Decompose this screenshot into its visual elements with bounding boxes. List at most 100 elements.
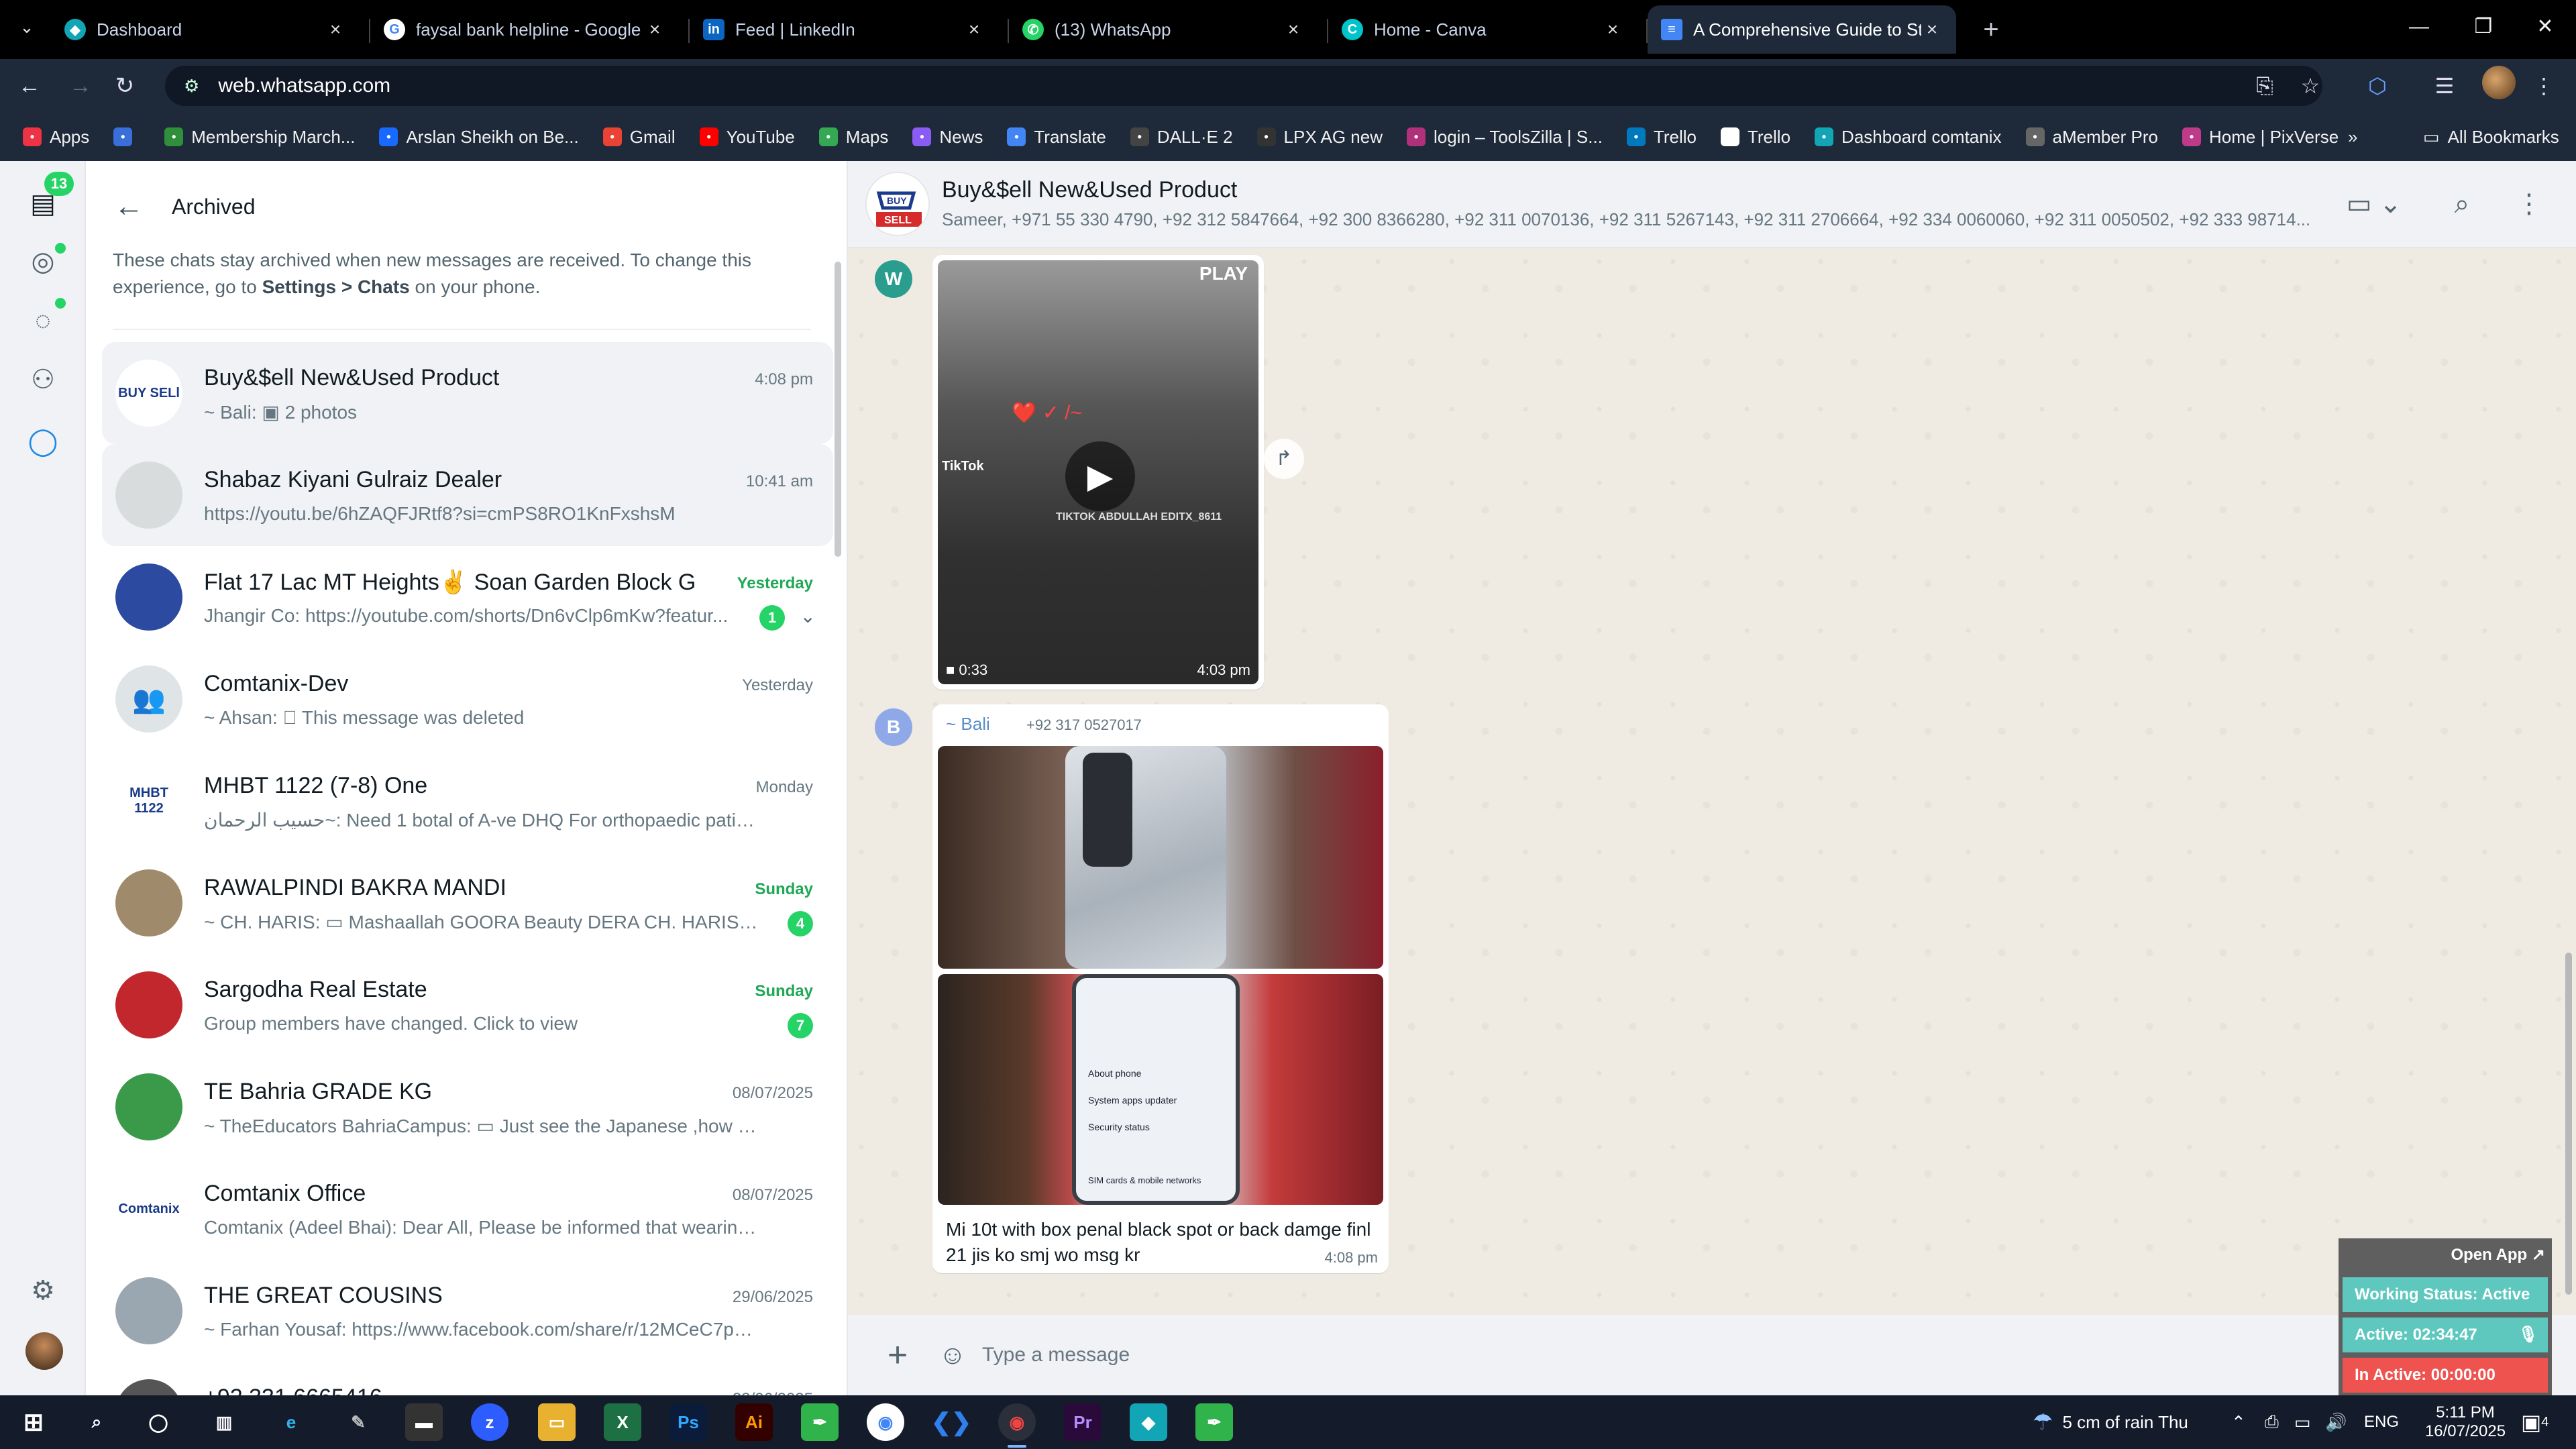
premiere-icon[interactable]: Pr bbox=[1064, 1403, 1102, 1441]
user-avatar[interactable] bbox=[25, 1332, 63, 1370]
chat-list-item[interactable]: Comtanix Comtanix Office 08/07/2025 Comtani… bbox=[102, 1158, 833, 1260]
reading-list-icon[interactable]: ☰ bbox=[2428, 70, 2461, 102]
tab-dashboard[interactable]: ◆ Dashboard × bbox=[51, 5, 360, 54]
bookmark-item[interactable]: • aMember Pro bbox=[2025, 127, 2158, 148]
attach-plus-icon[interactable]: + bbox=[879, 1336, 916, 1374]
chat-avatar[interactable] bbox=[115, 1379, 182, 1395]
chat-avatar[interactable] bbox=[115, 971, 182, 1038]
conversation-scrollbar[interactable] bbox=[2565, 953, 2572, 1295]
close-icon[interactable]: × bbox=[325, 19, 346, 40]
task-view-icon[interactable]: ▥ bbox=[205, 1403, 243, 1441]
chat-list-item[interactable]: Flat 17 Lac MT Heights✌️ Soan Garden Blo… bbox=[102, 546, 833, 648]
forward-icon[interactable]: ↱ bbox=[1264, 439, 1304, 479]
sender-name[interactable]: ~ Bali bbox=[946, 714, 990, 735]
bookmark-item[interactable]: • YouTube bbox=[699, 127, 795, 148]
chat-avatar[interactable] bbox=[115, 1277, 182, 1344]
bookmark-item[interactable]: • Trello bbox=[1626, 127, 1697, 148]
install-app-icon[interactable]: ⎘ bbox=[2249, 70, 2281, 102]
message-input[interactable] bbox=[982, 1328, 2471, 1382]
close-icon[interactable]: × bbox=[963, 19, 985, 40]
close-icon[interactable]: × bbox=[1921, 19, 1943, 40]
pen-icon[interactable]: ✎ bbox=[339, 1403, 377, 1441]
settings-gear-icon[interactable]: ⚙ bbox=[24, 1272, 62, 1309]
cortana-icon[interactable]: ◯ bbox=[140, 1403, 177, 1441]
bookmark-item[interactable]: • bbox=[113, 127, 140, 146]
network-icon[interactable]: ▭ bbox=[2294, 1395, 2311, 1449]
channels-icon[interactable]: ◌ bbox=[24, 302, 62, 339]
clock[interactable]: 5:11 PM 16/07/2025 bbox=[2415, 1395, 2516, 1449]
back-arrow-icon[interactable]: ← bbox=[110, 188, 148, 225]
chat-avatar[interactable]: BUY SELl bbox=[115, 360, 182, 427]
new-tab-button[interactable]: + bbox=[1972, 11, 2010, 48]
photo-phone-screen[interactable]: About phone System apps updater Security… bbox=[938, 974, 1383, 1205]
sidebar-scrollbar[interactable] bbox=[835, 262, 841, 557]
app-shield-icon[interactable]: ◆ bbox=[1130, 1403, 1167, 1441]
notifications-icon[interactable]: ▣ 4 bbox=[2521, 1395, 2548, 1449]
bookmark-star-icon[interactable]: ☆ bbox=[2294, 70, 2326, 102]
chat-avatar[interactable]: Comtanix bbox=[115, 1175, 182, 1242]
zoom-icon[interactable]: z bbox=[471, 1403, 508, 1441]
bookmark-item[interactable]: • Dashboard comtanix bbox=[1815, 127, 2002, 148]
close-window-button[interactable]: ✕ bbox=[2514, 0, 2576, 59]
open-app-link[interactable]: Open App ↗ bbox=[2451, 1245, 2545, 1265]
chat-avatar[interactable] bbox=[115, 462, 182, 529]
green-app-icon[interactable]: ✒ bbox=[1195, 1403, 1233, 1441]
chrome-active-icon[interactable]: ◉ bbox=[998, 1403, 1036, 1441]
chat-list-item[interactable]: MHBT 1122 MHBT 1122 (7-8) One Monday حسیب ا… bbox=[102, 750, 833, 852]
tab-canva[interactable]: C Home - Canva × bbox=[1328, 5, 1637, 54]
meta-ai-icon[interactable]: ◯ bbox=[24, 423, 62, 460]
excel-icon[interactable]: X bbox=[604, 1403, 641, 1441]
search-icon[interactable]: ⌕ bbox=[2442, 184, 2482, 224]
bookmarks-overflow-icon[interactable]: » bbox=[2348, 113, 2357, 161]
bookmark-item[interactable]: • Arslan Sheikh on Be... bbox=[379, 127, 579, 148]
photo-phone-back[interactable] bbox=[938, 746, 1383, 969]
bookmark-item[interactable]: • Home | PixVerse bbox=[2182, 127, 2339, 148]
chat-list-item[interactable]: 👥 Comtanix-Dev Yesterday ~ Ahsan: ⃠ This me… bbox=[102, 648, 833, 750]
all-bookmarks-button[interactable]: ▭ All Bookmarks bbox=[2423, 113, 2559, 161]
chat-list-item[interactable]: Shabaz Kiyani Gulraiz Dealer 10:41 am http… bbox=[102, 444, 833, 546]
chat-avatar[interactable]: 👥 bbox=[115, 665, 182, 733]
chevron-down-icon[interactable]: ⌄ bbox=[800, 605, 816, 627]
bookmark-item[interactable]: • Gmail bbox=[602, 127, 676, 148]
bookmark-item[interactable]: • Translate bbox=[1007, 127, 1106, 148]
tab-whatsapp[interactable]: ✆ (13) WhatsApp × bbox=[1009, 5, 1318, 54]
chat-list-item[interactable]: BUY SELl Buy&$ell New&Used Product 4:08 pm… bbox=[102, 342, 833, 444]
bookmark-item[interactable]: • News bbox=[912, 127, 983, 148]
profile-avatar[interactable] bbox=[2482, 66, 2516, 99]
site-settings-icon[interactable]: ⚙ bbox=[184, 76, 199, 97]
bookmark-item[interactable]: • login – ToolsZilla | S... bbox=[1406, 127, 1603, 148]
restore-button[interactable]: ❐ bbox=[2453, 0, 2514, 59]
chat-avatar[interactable] bbox=[115, 869, 182, 936]
pen-tool-icon[interactable]: ✒ bbox=[801, 1403, 839, 1441]
chat-avatar[interactable] bbox=[115, 564, 182, 631]
chat-avatar[interactable]: MHBT 1122 bbox=[115, 767, 182, 835]
browser-menu-icon[interactable]: ⋮ bbox=[2528, 70, 2560, 102]
vscode-icon[interactable]: ❮❯ bbox=[931, 1403, 971, 1441]
extension-icon[interactable]: ⬡ bbox=[2361, 70, 2394, 102]
chat-list-item[interactable]: THE GREAT COUSINS 29/06/2025 ~ Farhan Yous… bbox=[102, 1260, 833, 1362]
illustrator-icon[interactable]: Ai bbox=[735, 1403, 773, 1441]
bookmark-item[interactable]: • DALL·E 2 bbox=[1130, 127, 1233, 148]
tab-search-chevron-icon[interactable]: ⌄ bbox=[13, 13, 40, 40]
file-explorer-icon[interactable]: ▭ bbox=[538, 1403, 576, 1441]
chrome-icon[interactable]: ◉ bbox=[867, 1403, 904, 1441]
chat-list-item[interactable]: +92 331 6665416 23/06/2025 bbox=[102, 1362, 833, 1395]
video-call-icon[interactable]: ▭ ⌄ bbox=[2344, 184, 2404, 224]
close-icon[interactable]: × bbox=[1283, 19, 1304, 40]
communities-icon[interactable]: ⚇ bbox=[24, 361, 62, 398]
chat-list-item[interactable]: RAWALPINDI BAKRA MANDI Sunday ~ CH. HARIS:… bbox=[102, 852, 833, 954]
chat-avatar[interactable] bbox=[115, 1073, 182, 1140]
search-icon[interactable]: ⌕ bbox=[78, 1403, 115, 1441]
video-thumbnail[interactable]: PLAY ❤️ ✓ /~ TikTok ▶ TIKTOK ABDULLAH ED… bbox=[938, 260, 1258, 684]
sender-avatar[interactable]: B bbox=[875, 708, 912, 746]
address-bar[interactable]: ⚙ web.whatsapp.com bbox=[165, 66, 2322, 106]
bookmark-item[interactable]: • Trello bbox=[1720, 127, 1790, 148]
bookmark-item[interactable]: • LPX AG new bbox=[1256, 127, 1383, 148]
sender-avatar[interactable]: W bbox=[875, 260, 912, 298]
photoshop-icon[interactable]: Ps bbox=[669, 1403, 707, 1441]
close-icon[interactable]: × bbox=[644, 19, 665, 40]
conversation-header[interactable]: BUY SELL Buy&$ell New&Used Product Samee… bbox=[848, 161, 2576, 248]
close-icon[interactable]: × bbox=[1602, 19, 1623, 40]
minimize-button[interactable]: — bbox=[2388, 0, 2450, 59]
sticker-emoji-icon[interactable]: ☺ bbox=[934, 1336, 971, 1374]
